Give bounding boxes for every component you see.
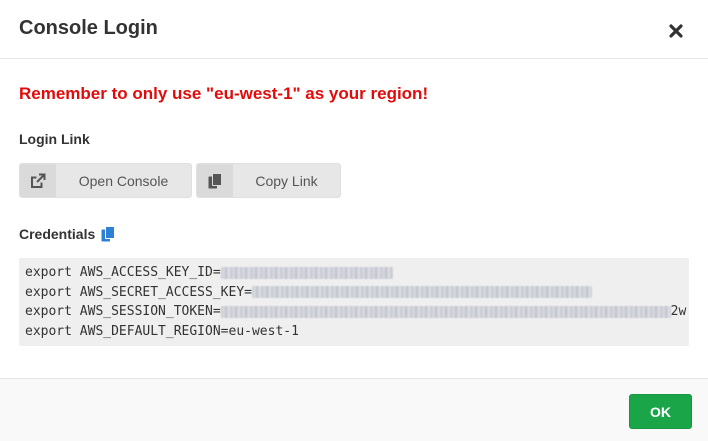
- credential-text: export AWS_SECRET_ACCESS_KEY=: [25, 284, 252, 300]
- copy-link-button[interactable]: Copy Link: [196, 163, 341, 198]
- credential-line: export AWS_ACCESS_KEY_ID=: [25, 263, 689, 283]
- credential-line: export AWS_DEFAULT_REGION=eu-west-1: [25, 322, 689, 342]
- login-link-label: Login Link: [19, 131, 90, 147]
- close-button[interactable]: [664, 19, 688, 43]
- copy-credentials-button[interactable]: [101, 226, 116, 242]
- dialog-header: Console Login: [0, 0, 708, 59]
- redacted-value: [220, 305, 671, 318]
- open-console-button[interactable]: Open Console: [19, 163, 192, 198]
- credential-text: export AWS_SESSION_TOKEN=: [25, 304, 221, 319]
- redacted-value: [251, 286, 592, 299]
- open-console-label: Open Console: [78, 172, 169, 189]
- dialog-footer: OK: [0, 378, 708, 441]
- redacted-value: [220, 266, 393, 279]
- region-warning: Remember to only use "eu-west-1" as your…: [19, 84, 429, 103]
- credentials-box[interactable]: export AWS_ACCESS_KEY_ID= export AWS_SEC…: [19, 258, 689, 346]
- external-link-icon: [31, 173, 46, 188]
- copy-icon: [101, 226, 116, 242]
- credential-line: export AWS_SECRET_ACCESS_KEY=: [25, 283, 689, 303]
- ok-button[interactable]: OK: [629, 394, 692, 429]
- close-icon: [669, 24, 683, 38]
- credential-text: export AWS_DEFAULT_REGION=eu-west-1: [25, 323, 299, 339]
- credentials-label: Credentials: [19, 226, 96, 242]
- copy-icon: [208, 172, 222, 188]
- credentials-heading: Credentials: [19, 226, 116, 242]
- credential-trailing-text: 2w: [670, 304, 687, 319]
- credential-line: export AWS_SESSION_TOKEN= 2w: [25, 302, 689, 322]
- credential-text: export AWS_ACCESS_KEY_ID=: [25, 265, 221, 280]
- dialog-title: Console Login: [19, 17, 158, 39]
- copy-link-label: Copy Link: [255, 172, 318, 189]
